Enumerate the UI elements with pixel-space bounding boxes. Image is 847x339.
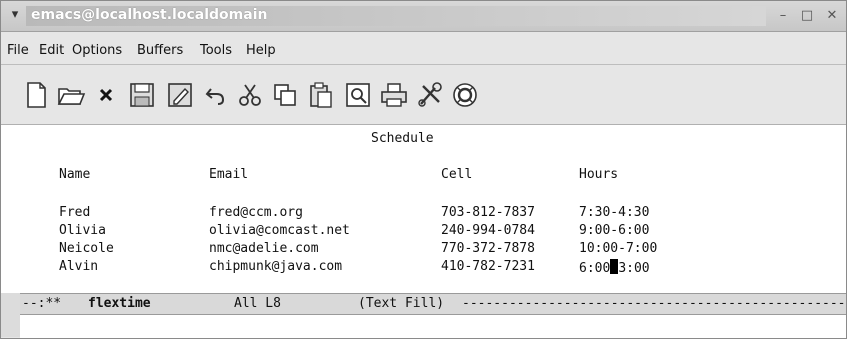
row-hours: 10:00-7:00 <box>579 241 658 256</box>
menu-file[interactable]: File <box>7 43 29 58</box>
cut-icon[interactable] <box>233 78 267 112</box>
row-email: nmc@adelie.com <box>209 241 319 256</box>
minimize-button[interactable]: – <box>774 7 792 25</box>
maximize-button[interactable]: □ <box>798 7 816 25</box>
modeline-fill: ----------------------------------------… <box>462 296 846 311</box>
row-name: Olivia <box>59 223 106 238</box>
search-icon[interactable] <box>341 78 375 112</box>
text-buffer[interactable]: Schedule Name Email Cell Hours Fred fred… <box>1 125 846 293</box>
modeline-position: All L8 <box>234 296 281 311</box>
row-email: olivia@comcast.net <box>209 223 350 238</box>
menu-edit[interactable]: Edit <box>39 43 64 58</box>
modeline-status: --:** <box>22 296 62 311</box>
chevron-down-icon[interactable]: ▾ <box>7 7 23 23</box>
menu-help[interactable]: Help <box>246 43 276 58</box>
menu-tools[interactable]: Tools <box>200 43 232 58</box>
open-folder-icon[interactable] <box>54 78 88 112</box>
window-title: emacs@localhost.localdomain <box>31 7 268 23</box>
row-email: chipmunk@java.com <box>209 259 343 274</box>
echo-area[interactable] <box>20 315 846 338</box>
row-cell: 410-782-7231 <box>441 259 535 274</box>
row-name: Alvin <box>59 259 99 274</box>
menu-bar: File Edit Options Buffers Tools Help <box>1 34 846 65</box>
row-email: fred@ccm.org <box>209 205 303 220</box>
row-name: Neicole <box>59 241 114 256</box>
row-name: Fred <box>59 205 91 220</box>
title-bar[interactable]: ▾ emacs@localhost.localdomain – □ ✕ <box>1 1 846 32</box>
mode-line[interactable]: --:** flextime All L8 (Text Fill) ------… <box>20 293 846 315</box>
close-icon[interactable] <box>89 78 123 112</box>
buffer-heading: Schedule <box>371 131 434 146</box>
row-cell: 703-812-7837 <box>441 205 535 220</box>
hours-before-cursor: 6:00 <box>579 261 611 276</box>
save-as-icon[interactable] <box>163 78 197 112</box>
row-hours: 6:00 3:00 <box>579 259 650 276</box>
new-file-icon[interactable] <box>19 78 53 112</box>
column-header-hours: Hours <box>579 167 619 182</box>
copy-icon[interactable] <box>268 78 302 112</box>
row-hours: 9:00-6:00 <box>579 223 650 238</box>
column-header-email: Email <box>209 167 249 182</box>
close-window-button[interactable]: ✕ <box>823 7 841 25</box>
emacs-window: ▾ emacs@localhost.localdomain – □ ✕ File… <box>0 0 847 339</box>
row-hours: 7:30-4:30 <box>579 205 650 220</box>
column-header-cell: Cell <box>441 167 473 182</box>
paste-icon[interactable] <box>304 78 338 112</box>
row-cell: 240-994-0784 <box>441 223 535 238</box>
preferences-icon[interactable] <box>413 78 447 112</box>
help-icon[interactable] <box>448 78 482 112</box>
row-cell: 770-372-7878 <box>441 241 535 256</box>
save-icon[interactable] <box>125 78 159 112</box>
print-icon[interactable] <box>377 78 411 112</box>
column-header-name: Name <box>59 167 91 182</box>
menu-buffers[interactable]: Buffers <box>137 43 183 58</box>
toolbar <box>1 66 846 125</box>
menu-options[interactable]: Options <box>72 43 122 58</box>
modeline-mode: (Text Fill) <box>358 296 445 311</box>
undo-icon[interactable] <box>199 78 233 112</box>
modeline-buffer-name: flextime <box>88 296 151 311</box>
hours-after-cursor: 3:00 <box>618 261 650 276</box>
